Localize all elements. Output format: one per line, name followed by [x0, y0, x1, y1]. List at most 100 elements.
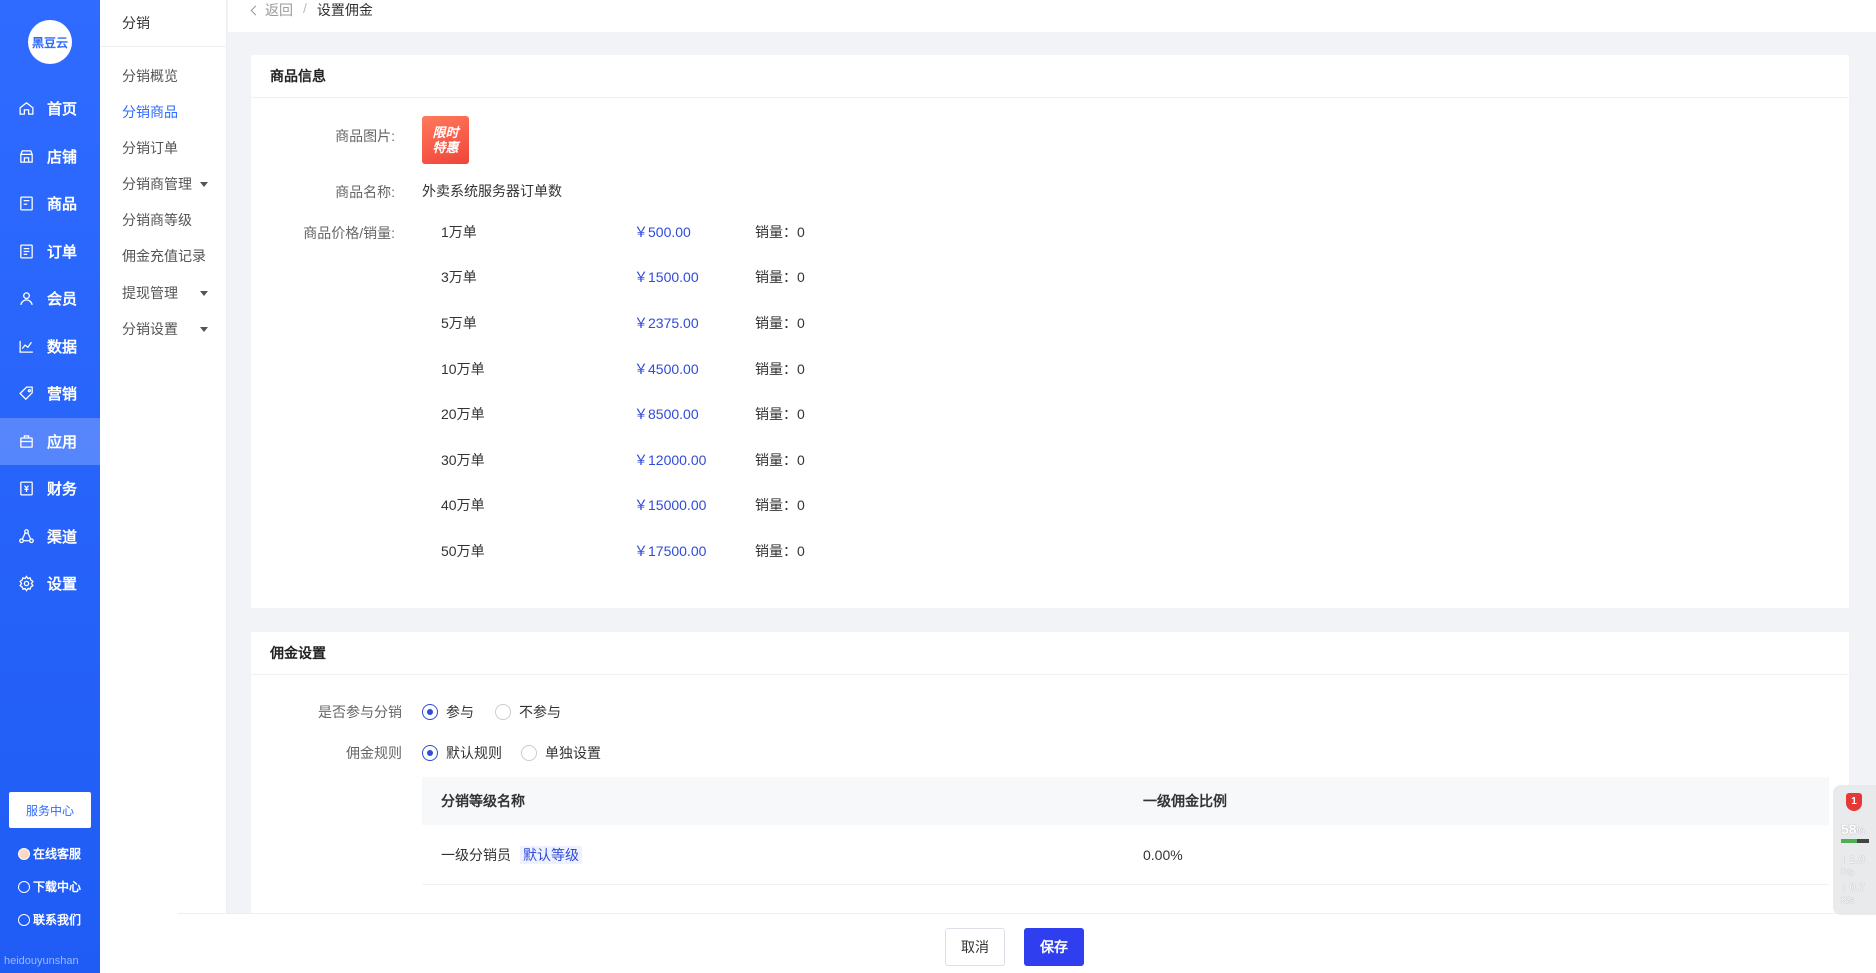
- nav-item-member[interactable]: 会员: [0, 275, 100, 323]
- nav-item-label: 应用: [47, 433, 78, 451]
- sub-nav-label: 分销商等级: [122, 212, 192, 228]
- sub-nav-distributor-level[interactable]: 分销商等级: [122, 210, 192, 230]
- price-row: 3万单 ￥1500.00 销量：0: [441, 267, 1041, 287]
- product-image-text: 特惠: [432, 140, 459, 155]
- sub-nav-distributor-manage[interactable]: 分销商管理: [122, 174, 208, 194]
- radio-unchecked-icon: [521, 745, 537, 761]
- download-icon: [18, 880, 30, 893]
- level-cell: 一级分销员 默认等级: [441, 845, 582, 865]
- service-center-button[interactable]: 服务中心: [9, 792, 91, 828]
- radio-checked-icon: [422, 704, 438, 720]
- sales-prefix: 销量：: [755, 361, 797, 377]
- breadcrumb-current: 设置佣金: [316, 2, 373, 18]
- participate-yes-radio[interactable]: 参与: [422, 702, 474, 722]
- spec-price: ￥500.00: [634, 224, 691, 240]
- home-icon: [19, 102, 34, 116]
- download-speed: ↓ 0.7 K/s: [1841, 882, 1865, 905]
- sales-value: 0: [797, 315, 805, 331]
- sales-value: 0: [797, 543, 805, 559]
- table-header: 分销等级名称 一级佣金比例: [422, 777, 1829, 825]
- participate-no-radio[interactable]: 不参与: [495, 702, 561, 722]
- sub-sidebar-title: 分销: [100, 0, 226, 47]
- sub-nav-orders[interactable]: 分销订单: [122, 138, 178, 158]
- nav-item-data[interactable]: 数据: [0, 323, 100, 371]
- nav-item-home[interactable]: 首页: [0, 85, 100, 133]
- nav-item-store[interactable]: 店铺: [0, 133, 100, 181]
- nav-item-goods[interactable]: 商品: [0, 180, 100, 228]
- rule-custom-label: 单独设置: [545, 745, 601, 761]
- nav-item-channel[interactable]: 渠道: [0, 513, 100, 561]
- spec-sales: 销量：0: [755, 541, 805, 561]
- sub-nav-label: 分销商品: [122, 104, 178, 120]
- product-image-text: 限时: [432, 125, 459, 140]
- contact-us-link[interactable]: 联系我们: [18, 911, 81, 928]
- participate-yes-label: 参与: [446, 704, 474, 720]
- spec-sales: 销量：0: [755, 495, 805, 515]
- online-service-link[interactable]: 在线客服: [18, 845, 81, 862]
- nav-item-label: 财务: [47, 481, 78, 499]
- sales-prefix: 销量：: [755, 452, 797, 468]
- sub-nav-recharge-record[interactable]: 佣金充值记录: [122, 246, 206, 266]
- ratio-cell: 0.00%: [1143, 846, 1183, 863]
- product-image[interactable]: 限时 特惠: [422, 116, 469, 164]
- download-center-link[interactable]: 下载中心: [18, 878, 81, 895]
- download-unit: K/s: [1841, 895, 1855, 905]
- nav-item-order[interactable]: 订单: [0, 228, 100, 276]
- main-sidebar: 黑豆云 首页 店铺 商品 订单 会员 数据 营销 应用 财务 渠道 设置 服务中…: [0, 0, 100, 973]
- price-row: 1万单 ￥500.00 销量：0: [441, 222, 1041, 242]
- nav-item-app[interactable]: 应用: [0, 417, 100, 465]
- nav-item-label: 店铺: [47, 148, 78, 166]
- sub-nav-label: 分销设置: [122, 321, 178, 337]
- cancel-button[interactable]: 取消: [945, 928, 1005, 966]
- spec-name: 10万单: [441, 361, 485, 377]
- upload-value: 1.0: [1849, 854, 1865, 866]
- store-icon: [20, 149, 33, 163]
- spec-price: ￥2375.00: [634, 315, 699, 331]
- spec-name: 40万单: [441, 497, 485, 513]
- nav-item-marketing[interactable]: 营销: [0, 370, 100, 418]
- sales-value: 0: [797, 224, 805, 240]
- rule-default-radio[interactable]: 默认规则: [422, 743, 502, 763]
- spec-price: ￥1500.00: [634, 269, 699, 285]
- breadcrumb-separator: /: [303, 0, 307, 16]
- sales-prefix: 销量：: [755, 543, 797, 559]
- sub-nav-goods[interactable]: 分销商品: [122, 102, 178, 122]
- sub-nav-settings[interactable]: 分销设置: [122, 319, 208, 339]
- system-monitor-widget[interactable]: 1 58% ↑ 1.0 K/s ↓ 0.7 K/s: [1833, 785, 1876, 915]
- nav-item-label: 订单: [47, 243, 78, 261]
- spec-name: 20万单: [441, 406, 485, 422]
- spec-price: ￥4500.00: [634, 361, 699, 377]
- spec-sales: 销量：0: [755, 404, 805, 424]
- sales-prefix: 销量：: [755, 315, 797, 331]
- chart-icon: [19, 340, 33, 353]
- price-row: 20万单 ￥8500.00 销量：0: [441, 404, 1041, 424]
- product-info-title: 商品信息: [251, 55, 1849, 98]
- save-button[interactable]: 保存: [1024, 928, 1084, 966]
- nav-item-label: 会员: [47, 291, 78, 309]
- price-row: 40万单 ￥15000.00 销量：0: [441, 495, 1041, 515]
- product-info-card: 商品信息 商品图片: 限时 特惠 商品名称: 外卖系统服务器订单数 商品价格/销…: [251, 55, 1849, 608]
- gear-icon: [19, 575, 34, 592]
- upload-unit: K/s: [1841, 867, 1855, 877]
- sales-value: 0: [797, 269, 805, 285]
- sales-value: 0: [797, 452, 805, 468]
- back-link[interactable]: 返回: [250, 0, 293, 20]
- spec-price: ￥12000.00: [634, 452, 707, 468]
- nav-item-settings[interactable]: 设置: [0, 560, 100, 608]
- sub-nav-overview[interactable]: 分销概览: [122, 66, 178, 86]
- nav-item-label: 首页: [47, 101, 78, 119]
- spec-price: ￥8500.00: [634, 406, 699, 422]
- spec-name: 1万单: [441, 224, 477, 240]
- product-image-label: 商品图片:: [335, 128, 395, 144]
- sub-nav-withdraw[interactable]: 提现管理: [122, 283, 208, 303]
- rule-custom-radio[interactable]: 单独设置: [521, 743, 601, 763]
- nav-item-label: 营销: [47, 386, 78, 404]
- brand-logo[interactable]: 黑豆云: [28, 20, 72, 64]
- default-level-tag: 默认等级: [520, 845, 582, 864]
- spec-name: 50万单: [441, 543, 485, 559]
- download-value: 0.7: [1849, 882, 1865, 894]
- chevron-left-icon: [250, 5, 261, 15]
- radio-checked-icon: [422, 745, 438, 761]
- price-sales-label: 商品价格/销量:: [303, 225, 395, 241]
- nav-item-finance[interactable]: 财务: [0, 465, 100, 513]
